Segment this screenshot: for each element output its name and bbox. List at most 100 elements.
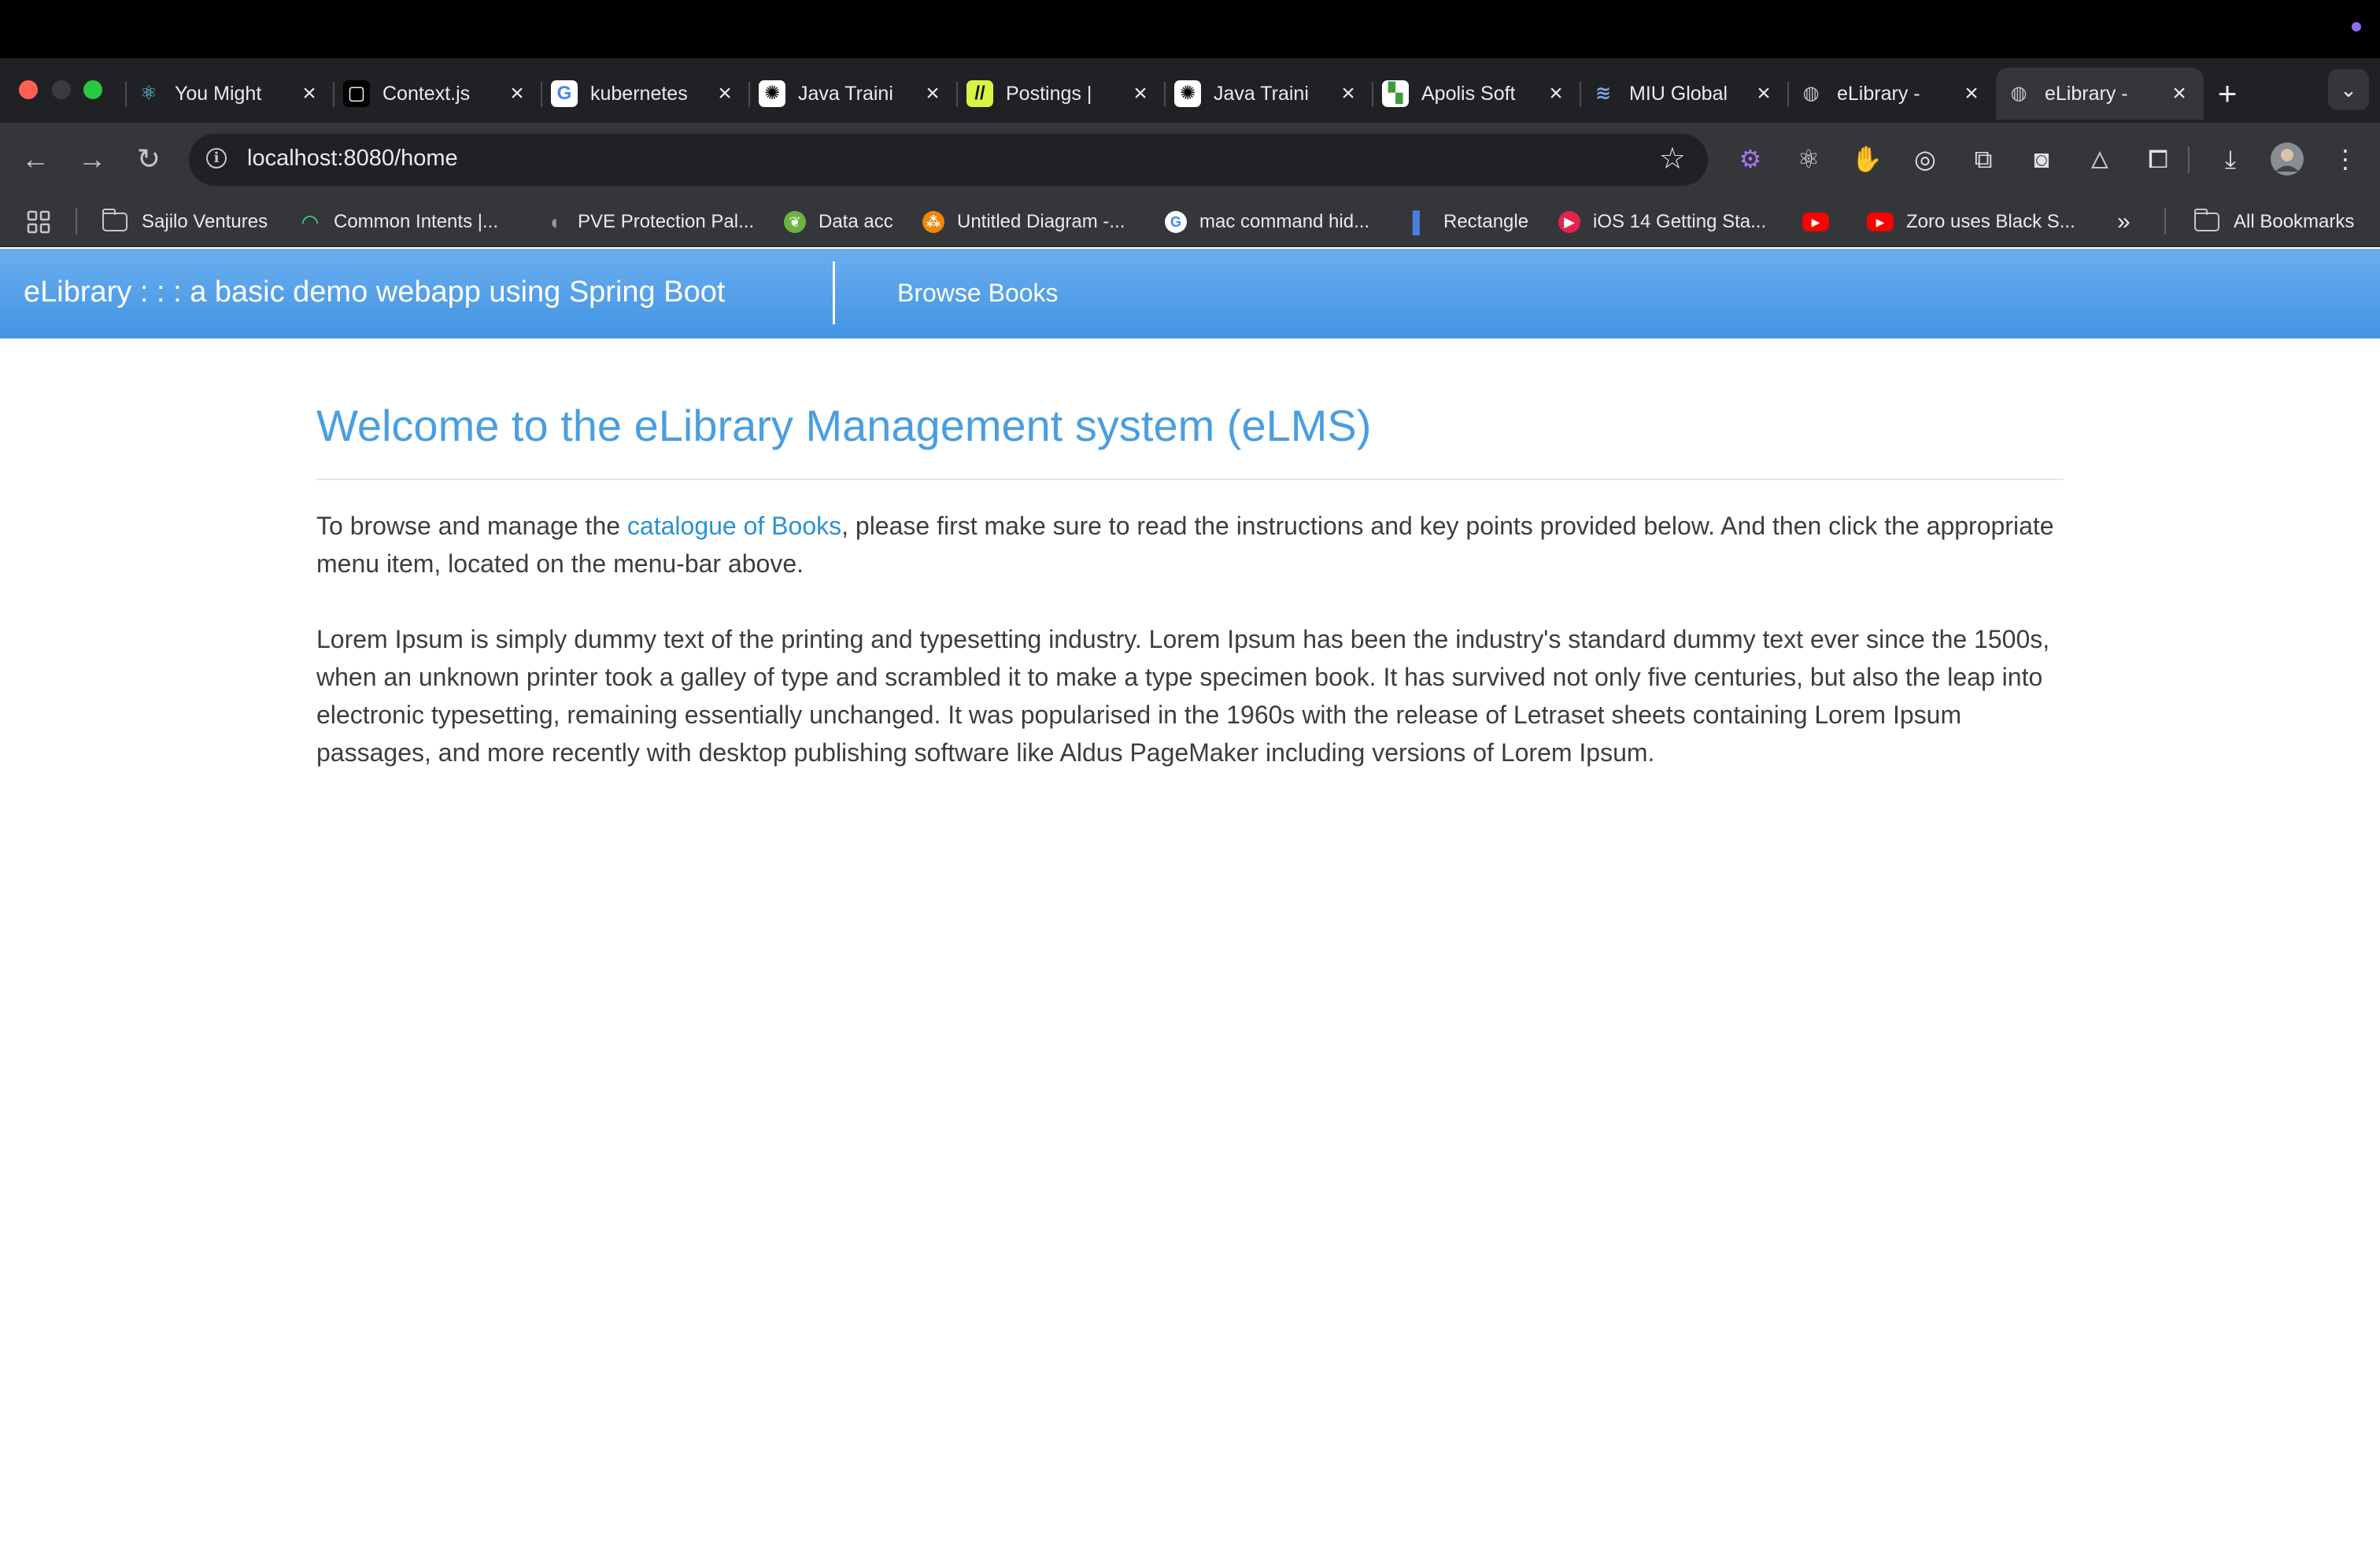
target-icon[interactable]: ◎ bbox=[1906, 140, 1944, 178]
bookmark-item[interactable]: ⁂ Untitled Diagram -... bbox=[922, 206, 1125, 238]
catalogue-of-books-link[interactable]: catalogue of Books bbox=[627, 512, 841, 540]
kebab-menu-icon: ⋮ bbox=[2333, 145, 2358, 173]
bookmark-item[interactable]: Gmac command hid... bbox=[1165, 206, 1369, 238]
tab-title: You Might bbox=[175, 82, 262, 105]
all-bookmarks-label: All Bookmarks bbox=[2234, 211, 2355, 232]
page-title: Welcome to the eLibrary Management syste… bbox=[316, 401, 1372, 450]
minimize-window-button[interactable] bbox=[52, 80, 71, 99]
close-tab-icon[interactable]: × bbox=[1336, 80, 1360, 107]
bookmark-item[interactable]: Sajilo Ventures bbox=[102, 206, 268, 238]
youtube-icon: ▶ bbox=[1802, 213, 1829, 231]
close-tab-icon[interactable]: × bbox=[713, 80, 737, 107]
profile-avatar[interactable] bbox=[2268, 140, 2306, 178]
more-bookmarks-button[interactable]: » bbox=[2117, 206, 2131, 238]
tab-title: MIU Global bbox=[1629, 82, 1728, 105]
bookmark-item[interactable]: ▶ iOS 14 Getting Sta... bbox=[1558, 206, 1766, 238]
all-bookmarks-button[interactable]: All Bookmarks bbox=[2193, 206, 2355, 238]
hand-stop-icon[interactable]: ✋ bbox=[1848, 140, 1886, 178]
address-bar[interactable]: i localhost:8080/home ☆ bbox=[189, 134, 1708, 186]
lorem-paragraph: Lorem Ipsum is simply dummy text of the … bbox=[316, 625, 2050, 767]
bookmark-label: iOS 14 Getting Sta... bbox=[1593, 211, 1767, 232]
google-icon: G bbox=[1165, 211, 1187, 233]
handshake-icon: // bbox=[966, 80, 993, 107]
app-brand[interactable]: eLibrary : : : a basic demo webapp using… bbox=[24, 276, 725, 309]
tab-separator bbox=[333, 82, 334, 107]
close-tab-icon[interactable]: × bbox=[1129, 80, 1152, 107]
tab-separator bbox=[541, 82, 542, 107]
bookmark-item[interactable]: ▶ Zoro uses Black S... bbox=[1867, 206, 2075, 238]
browser-tab[interactable]: ◍ eLibrary - × bbox=[1787, 68, 1996, 120]
forward-button[interactable]: → bbox=[72, 140, 112, 179]
drawio-icon: ⁂ bbox=[922, 211, 944, 233]
browser-tab[interactable]: ✺ Java Traini × bbox=[1164, 68, 1373, 120]
site-info-icon[interactable]: i bbox=[206, 148, 227, 168]
back-button[interactable]: ← bbox=[16, 140, 55, 179]
plus-icon: + bbox=[2217, 75, 2238, 112]
close-tab-icon[interactable]: × bbox=[921, 80, 944, 107]
address-bar-url[interactable]: localhost:8080/home bbox=[247, 146, 458, 172]
arrow-right-icon: → bbox=[78, 142, 106, 175]
chatgpt-icon: ✺ bbox=[1174, 80, 1201, 107]
chatgpt-icon: ✺ bbox=[759, 80, 785, 107]
browser-tab[interactable]: // Postings | × bbox=[956, 68, 1165, 120]
navbar-divider bbox=[833, 261, 835, 324]
bookmark-label: mac command hid... bbox=[1199, 211, 1370, 232]
android-icon: ◠ bbox=[302, 210, 318, 234]
browser-tab[interactable]: ▚ Apolis Soft × bbox=[1372, 68, 1580, 120]
close-tab-icon[interactable]: × bbox=[298, 80, 321, 107]
glasses-icon[interactable]: ◙ bbox=[2023, 140, 2060, 178]
close-tab-icon[interactable]: × bbox=[2168, 80, 2191, 107]
bookmark-item[interactable]: ▌ Rectangle bbox=[1409, 206, 1528, 238]
close-window-button[interactable] bbox=[19, 80, 38, 99]
apps-button[interactable] bbox=[27, 206, 50, 238]
toolbar-divider bbox=[2188, 146, 2190, 173]
bookmark-item[interactable]: ▶ bbox=[1802, 206, 1842, 238]
tab-title: Java Traini bbox=[798, 82, 893, 105]
rectangle-icon: ▌ bbox=[1412, 210, 1428, 234]
browser-tab[interactable]: ◍ eLibrary - × bbox=[1996, 68, 2204, 120]
folder-icon bbox=[102, 209, 128, 231]
bookmark-label: Data acc bbox=[819, 211, 893, 232]
zoom-window-button[interactable] bbox=[83, 80, 102, 99]
bookmark-star-icon[interactable]: ☆ bbox=[1659, 141, 1686, 176]
tab-separator bbox=[125, 82, 127, 107]
browser-tab[interactable]: ✺ Java Traini × bbox=[748, 68, 957, 120]
close-tab-icon[interactable]: × bbox=[1960, 80, 1983, 107]
tab-separator bbox=[1164, 82, 1166, 107]
bookmark-item[interactable]: ◖ PVE Protection Pal... bbox=[543, 206, 754, 238]
bookmark-item[interactable]: ❦ Data acc bbox=[784, 206, 893, 238]
browser-menu-button[interactable]: ⋮ bbox=[2326, 140, 2364, 178]
puzzle-extensions-icon[interactable]: ⧠ bbox=[2139, 140, 2177, 178]
status-dot bbox=[2352, 22, 2361, 31]
chevron-down-icon: ⌄ bbox=[2340, 78, 2357, 102]
close-tab-icon[interactable]: × bbox=[505, 80, 529, 107]
reload-button[interactable]: ↻ bbox=[129, 140, 168, 179]
folder-icon bbox=[2193, 209, 2219, 231]
screen-share-icon[interactable]: ⧉ bbox=[1964, 140, 2002, 178]
tab-title: Postings | bbox=[1006, 82, 1092, 105]
bookmark-item[interactable]: ◠ Common Intents |... bbox=[299, 206, 498, 238]
browser-tab[interactable]: ⚛ You Might × bbox=[125, 68, 334, 120]
browser-tab[interactable]: ▢ Context.js × bbox=[333, 68, 541, 120]
apps-grid-icon bbox=[27, 210, 50, 234]
tab-title: Context.js bbox=[382, 82, 471, 105]
new-tab-button[interactable]: + bbox=[2204, 71, 2251, 118]
close-tab-icon[interactable]: × bbox=[1544, 80, 1568, 107]
intro-text-start: To browse and manage the bbox=[316, 512, 627, 540]
tab-search-button[interactable]: ⌄ bbox=[2328, 69, 2369, 110]
miu-icon: ≋ bbox=[1595, 83, 1612, 104]
downloads-button[interactable]: ⤓ bbox=[2212, 140, 2249, 178]
bookmark-label: Common Intents |... bbox=[334, 211, 498, 232]
tab-separator bbox=[748, 82, 750, 107]
nav-browse-books[interactable]: Browse Books bbox=[897, 279, 1059, 308]
browser-tab[interactable]: ≋ MIU Global × bbox=[1580, 68, 1788, 120]
reload-icon: ↻ bbox=[136, 142, 161, 175]
close-tab-icon[interactable]: × bbox=[1752, 80, 1776, 107]
react-devtools-icon[interactable]: ⚛ bbox=[1790, 140, 1828, 178]
pve-icon: ◖ bbox=[548, 210, 560, 234]
browser-tab[interactable]: Gkubernetes × bbox=[541, 68, 749, 120]
ios-video-icon: ▶ bbox=[1558, 211, 1580, 233]
gear-extension-icon[interactable]: ⚙ bbox=[1731, 140, 1769, 178]
intro-paragraph: To browse and manage the catalogue of Bo… bbox=[316, 507, 2071, 583]
angular-devtools-icon[interactable]: ▲ bbox=[2081, 140, 2119, 178]
